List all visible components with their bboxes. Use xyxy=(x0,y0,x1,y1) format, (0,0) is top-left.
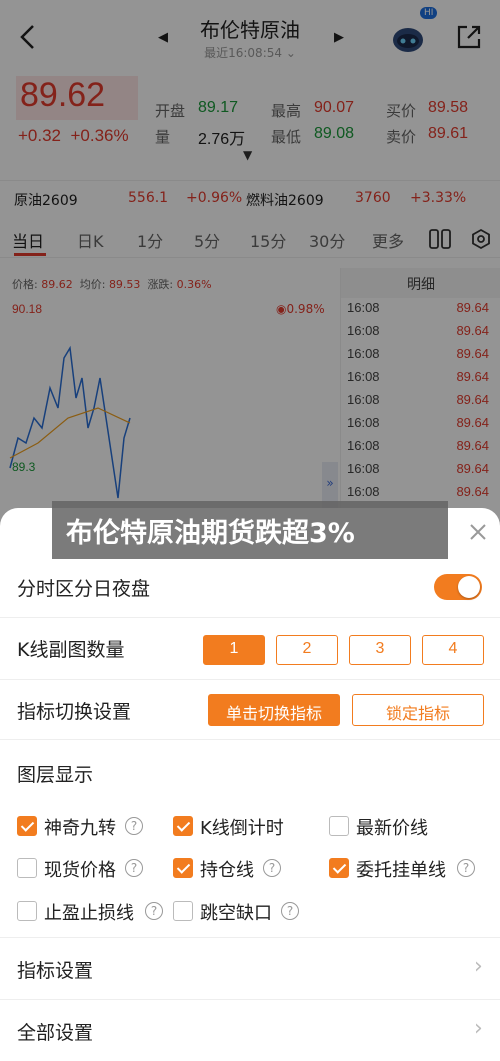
sub-chart-option-3[interactable]: 3 xyxy=(349,635,411,665)
all-settings-label: 全部设置 xyxy=(17,1022,94,1044)
layer-magic-nine[interactable]: 神奇九转 ? xyxy=(17,814,157,839)
help-icon[interactable]: ? xyxy=(263,859,281,877)
help-icon[interactable]: ? xyxy=(125,817,143,835)
layer-label: 跳空缺口 xyxy=(200,903,272,924)
layer-gap[interactable]: 跳空缺口 ? xyxy=(173,899,313,924)
chart-settings-sheet: 分时区分日夜盘 K线副图数量 1 2 3 4 指标切换设置 单击切换指标 锁定指… xyxy=(0,508,500,1061)
layer-k-countdown[interactable]: K线倒计时 xyxy=(173,814,313,839)
sub-chart-count-row: K线副图数量 1 2 3 4 xyxy=(0,618,500,680)
sub-chart-option-2[interactable]: 2 xyxy=(276,635,338,665)
toggle-knob xyxy=(458,576,480,598)
chevron-right-icon: › xyxy=(474,1016,483,1041)
layers-title: 图层显示 xyxy=(17,764,94,786)
layer-label: 委托挂单线 xyxy=(356,860,446,881)
lock-indicator-button[interactable]: 锁定指标 xyxy=(352,694,484,726)
checkbox[interactable] xyxy=(173,901,193,921)
layer-label: 神奇九转 xyxy=(44,818,116,839)
layer-latest-price-line[interactable]: 最新价线 xyxy=(329,814,469,839)
layer-spot-price[interactable]: 现货价格 ? xyxy=(17,856,157,881)
sub-chart-count-label: K线副图数量 xyxy=(17,639,125,661)
layer-label: 最新价线 xyxy=(356,818,428,839)
night-session-row: 分时区分日夜盘 xyxy=(0,558,500,618)
layer-label: K线倒计时 xyxy=(200,818,284,839)
layer-label: 止盈止损线 xyxy=(44,903,134,924)
layer-tp-sl-line[interactable]: 止盈止损线 ? xyxy=(17,899,167,924)
help-icon[interactable]: ? xyxy=(125,859,143,877)
help-icon[interactable]: ? xyxy=(281,902,299,920)
layers-section: 图层显示 神奇九转 ? K线倒计时 最新价线 现货价格 ? 持仓线 ? 委托挂单… xyxy=(0,740,500,938)
click-switch-indicator-button[interactable]: 单击切换指标 xyxy=(208,694,340,726)
help-icon[interactable]: ? xyxy=(457,859,475,877)
night-session-toggle[interactable] xyxy=(434,574,482,600)
checkbox[interactable] xyxy=(17,901,37,921)
indicator-settings-row[interactable]: 指标设置 › xyxy=(0,938,500,1000)
layer-order-line[interactable]: 委托挂单线 ? xyxy=(329,856,479,881)
indicator-switch-row: 指标切换设置 单击切换指标 锁定指标 xyxy=(0,680,500,740)
help-icon[interactable]: ? xyxy=(145,902,163,920)
sub-chart-option-4[interactable]: 4 xyxy=(422,635,484,665)
sub-chart-option-1[interactable]: 1 xyxy=(203,635,265,665)
checkbox[interactable] xyxy=(329,816,349,836)
close-icon[interactable] xyxy=(466,520,490,544)
checkbox[interactable] xyxy=(329,858,349,878)
news-headline-banner: 布伦特原油期货跌超3% xyxy=(52,501,448,559)
layer-label: 持仓线 xyxy=(200,860,254,881)
all-settings-row[interactable]: 全部设置 › xyxy=(0,1000,500,1061)
checkbox[interactable] xyxy=(173,816,193,836)
checkbox[interactable] xyxy=(17,816,37,836)
night-session-label: 分时区分日夜盘 xyxy=(17,578,151,600)
layer-label: 现货价格 xyxy=(44,860,116,881)
checkbox[interactable] xyxy=(17,858,37,878)
layer-open-interest[interactable]: 持仓线 ? xyxy=(173,856,313,881)
indicator-switch-label: 指标切换设置 xyxy=(17,701,132,723)
indicator-settings-label: 指标设置 xyxy=(17,960,94,982)
chevron-right-icon: › xyxy=(474,954,483,979)
checkbox[interactable] xyxy=(173,858,193,878)
